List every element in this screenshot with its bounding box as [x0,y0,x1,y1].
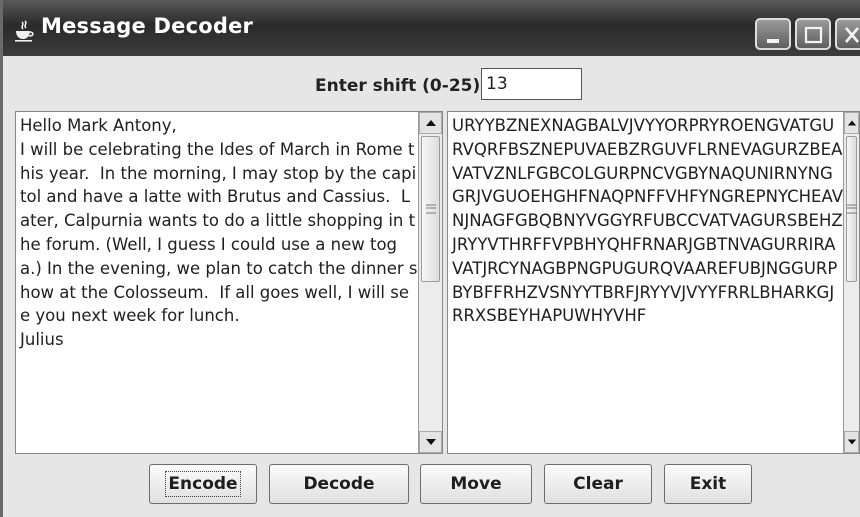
content-panel: Enter shift (0-25) Hello Mark Antony, I … [3,56,860,517]
maximize-button[interactable] [795,18,831,50]
message-decoder-window: Message Decoder Enter shift (0-25) Hello… [0,0,860,517]
arrow-down-icon [847,439,856,445]
button-row: Encode Decode Move Clear Exit [3,458,860,508]
scroll-up-button[interactable] [419,112,442,134]
scroll-thumb[interactable] [421,136,440,282]
encode-button-label: Encode [165,471,241,497]
ciphertext-pane[interactable]: URYYBZNEXNAGBALVJVYYORPRYROENGVATGURVQRF… [447,111,860,454]
encode-button[interactable]: Encode [149,464,257,504]
arrow-down-icon [425,439,436,445]
plaintext-pane[interactable]: Hello Mark Antony, I will be celebrating… [15,111,443,454]
window-title: Message Decoder [41,14,254,38]
plaintext-scrollbar[interactable] [418,112,442,453]
scroll-thumb[interactable] [846,136,857,282]
shift-label: Enter shift (0-25) [315,76,481,96]
scroll-up-button[interactable] [844,112,859,134]
scroll-down-button[interactable] [419,431,442,453]
scroll-down-button[interactable] [844,431,859,453]
ciphertext-area[interactable]: URYYBZNEXNAGBALVJVYYORPRYROENGVATGURVQRF… [448,112,848,453]
minimize-button[interactable] [755,18,791,50]
arrow-up-icon [425,120,436,126]
java-cup-icon [13,20,35,42]
shift-input[interactable] [481,68,582,100]
title-bar[interactable]: Message Decoder [3,0,860,56]
ciphertext-scrollbar[interactable] [843,112,859,453]
close-icon [845,27,859,43]
grip-icon [425,204,436,214]
decode-button[interactable]: Decode [269,464,409,504]
grip-icon [846,204,857,214]
move-button[interactable]: Move [420,464,532,504]
exit-button[interactable]: Exit [664,464,752,504]
minimize-icon [767,39,779,43]
shift-row: Enter shift (0-25) [3,64,860,106]
plaintext-area[interactable]: Hello Mark Antony, I will be celebrating… [16,112,422,453]
close-button[interactable] [835,18,860,50]
maximize-icon [804,26,823,44]
clear-button[interactable]: Clear [544,464,652,504]
arrow-up-icon [847,120,856,126]
